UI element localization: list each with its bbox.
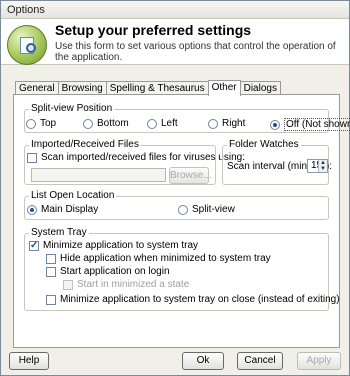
start-minimized-label: Start in minimized a state [77,279,190,290]
apply-button[interactable]: Apply [297,352,341,370]
radio-main-display[interactable]: Main Display [27,204,98,215]
minimize-to-tray-label: Minimize application to system tray [43,240,199,251]
folder-watches-legend: Folder Watches [227,139,301,150]
tab-panel-other: Split-view Position Top Bottom Left Righ… [13,94,350,348]
scan-files-checkbox[interactable]: Scan imported/received files for viruses… [27,152,245,163]
imported-files-group: Imported/Received Files Scan imported/re… [24,139,245,185]
cancel-button[interactable]: Cancel [237,352,283,370]
tab-browsing[interactable]: Browsing [57,81,107,95]
title-bar[interactable]: Options [1,1,349,19]
radio-split-bottom-dot [83,118,93,129]
hide-when-minimized-checkbox[interactable]: Hide application when minimized to syste… [46,253,271,264]
split-view-position-group: Split-view Position Top Bottom Left Righ… [24,103,350,133]
scan-interval-stepper[interactable]: 15 ▲ ▼ [307,159,328,173]
start-on-login-checkbox-box [46,266,56,277]
radio-split-bottom[interactable]: Bottom [83,118,129,129]
radio-split-left[interactable]: Left [147,118,178,129]
list-open-location-legend: List Open Location [29,190,117,201]
radio-main-display-dot [27,204,37,215]
radio-split-bottom-label: Bottom [97,118,129,129]
tab-spelling-thesaurus[interactable]: Spelling & Thesaurus [105,81,209,95]
radio-split-off-label: Off (Not shown) [284,118,350,131]
help-button[interactable]: Help [9,352,49,370]
stepper-arrows-icon[interactable]: ▲ ▼ [318,160,327,172]
ok-button[interactable]: Ok [182,352,224,370]
folder-watches-group: Folder Watches Scan interval (minutes): … [222,139,332,185]
scan-files-label: Scan imported/received files for viruses… [41,152,245,163]
settings-logo-icon [7,25,47,65]
radio-split-top[interactable]: Top [26,118,56,129]
minimize-to-tray-checkbox[interactable]: ✓ Minimize application to system tray [29,240,198,251]
antivirus-path-input[interactable] [31,168,166,182]
dialog-header: Setup your preferred settings Use this f… [1,19,349,65]
header-title: Setup your preferred settings [55,22,252,38]
radio-main-display-label: Main Display [41,204,99,215]
radio-split-top-label: Top [40,118,57,129]
minimize-on-close-checkbox-box [46,294,56,305]
tab-other[interactable]: Other [207,80,241,96]
minimize-on-close-checkbox[interactable]: Minimize application to system tray on c… [46,294,340,305]
hide-when-minimized-label: Hide application when minimized to syste… [60,253,271,264]
radio-split-right[interactable]: Right [208,118,245,129]
start-minimized-checkbox[interactable]: Start in minimized a state [63,279,189,290]
list-open-location-group: List Open Location Main Display Split-vi… [24,190,329,220]
start-on-login-checkbox[interactable]: Start application on login [46,266,170,277]
tab-general[interactable]: General [15,81,59,95]
radio-split-view[interactable]: Split-view [178,204,235,215]
scan-files-checkbox-box [27,152,37,163]
system-tray-group: System Tray ✓ Minimize application to sy… [24,227,340,311]
radio-split-view-label: Split-view [192,204,235,215]
header-subtitle: Use this form to set various options tha… [55,41,336,63]
options-dialog: Options Setup your preferred settings Us… [0,0,350,376]
split-view-position-legend: Split-view Position [29,103,115,114]
radio-split-off[interactable]: Off (Not shown) [270,118,350,131]
minimize-on-close-label: Minimize application to system tray on c… [60,294,340,305]
imported-files-legend: Imported/Received Files [29,139,141,150]
radio-split-off-dot [270,119,280,130]
tab-strip: General Browsing Spelling & Thesaurus Ot… [15,80,281,96]
radio-split-top-dot [26,118,36,129]
radio-split-left-dot [147,118,157,129]
hide-when-minimized-checkbox-box [46,253,56,264]
radio-split-right-label: Right [222,118,246,129]
start-minimized-checkbox-box [63,279,73,290]
radio-split-view-dot [178,204,188,215]
radio-split-left-label: Left [161,118,178,129]
radio-split-right-dot [208,118,218,129]
minimize-to-tray-checkbox-box: ✓ [29,239,39,251]
system-tray-legend: System Tray [29,227,89,238]
window-title: Options [7,4,45,16]
tab-dialogs[interactable]: Dialogs [239,81,281,95]
start-on-login-label: Start application on login [60,266,170,277]
browse-button[interactable]: Browse... [169,167,212,184]
